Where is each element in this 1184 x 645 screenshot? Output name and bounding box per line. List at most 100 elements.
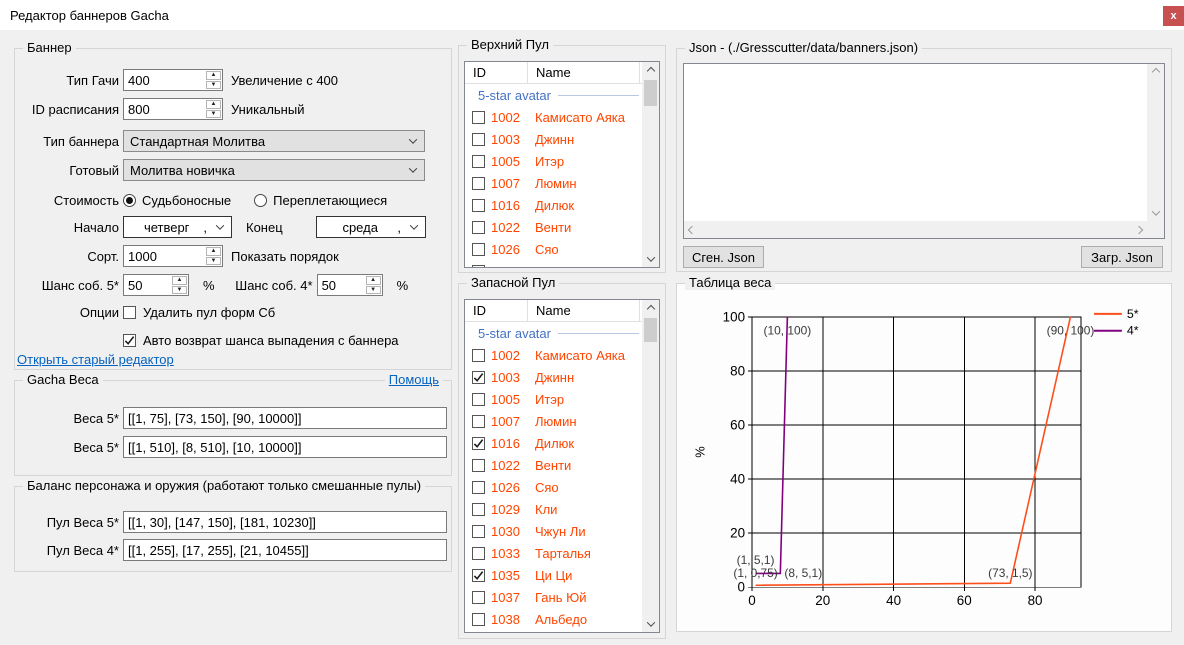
row-checkbox[interactable] — [472, 591, 485, 604]
json-horizontal-scrollbar[interactable] — [684, 221, 1147, 238]
list-item[interactable]: 1016Дилюк — [465, 432, 642, 454]
scroll-down-icon[interactable] — [1151, 207, 1159, 215]
row-checkbox[interactable] — [472, 243, 485, 256]
row-checkbox[interactable] — [472, 265, 485, 268]
spin-down-icon[interactable]: ▼ — [206, 81, 221, 90]
cost-radio-intertwined[interactable] — [254, 194, 267, 207]
list-item[interactable]: 1037Гань Юй — [465, 586, 642, 608]
row-checkbox[interactable] — [472, 459, 485, 472]
list-item[interactable]: 1005Итэр — [465, 388, 642, 410]
upper-pool-list[interactable]: ID Name 5-star avatar1002Камисато Аяка10… — [464, 61, 660, 268]
row-checkbox[interactable] — [472, 569, 485, 582]
json-textarea[interactable] — [683, 63, 1165, 239]
preset-combo[interactable]: Молитва новичка — [123, 159, 425, 181]
spin-up-icon[interactable]: ▲ — [172, 276, 187, 285]
row-checkbox[interactable] — [472, 525, 485, 538]
column-header-id[interactable]: ID — [465, 300, 528, 322]
row-checkbox[interactable] — [472, 393, 485, 406]
start-day-combo[interactable]: четверг , — [123, 216, 232, 238]
reserve-pool-scrollbar[interactable] — [642, 300, 659, 632]
spin-down-icon[interactable]: ▼ — [206, 110, 221, 119]
column-header-name[interactable]: Name — [528, 62, 640, 84]
scrollbar-thumb[interactable] — [644, 80, 657, 106]
list-item[interactable]: 1026Сяо — [465, 476, 642, 498]
pool-weights5-input[interactable] — [123, 511, 447, 533]
scrollbar-thumb[interactable] — [644, 318, 657, 342]
spin-up-icon[interactable]: ▲ — [206, 71, 221, 80]
weights5b-input[interactable] — [123, 436, 447, 458]
chance4-spinner[interactable]: ▲▼ — [317, 274, 383, 296]
spin-up-icon[interactable]: ▲ — [206, 100, 221, 109]
list-item[interactable]: 1030Чжун Ли — [465, 520, 642, 542]
list-item[interactable]: 1038Альбедо — [465, 608, 642, 630]
cost-radio-fate[interactable] — [123, 194, 136, 207]
scroll-right-icon[interactable] — [1135, 225, 1143, 233]
sort-spinner[interactable]: ▲▼ — [123, 245, 223, 267]
list-item[interactable]: 1002Камисато Аяка — [465, 344, 642, 366]
row-checkbox[interactable] — [472, 547, 485, 560]
list-item[interactable]: 1022Венти — [465, 216, 642, 238]
end-day-combo[interactable]: среда , — [316, 216, 426, 238]
row-checkbox[interactable] — [472, 177, 485, 190]
spin-up-icon[interactable]: ▲ — [366, 276, 381, 285]
row-checkbox[interactable] — [472, 221, 485, 234]
row-checkbox[interactable] — [472, 613, 485, 626]
chance5-spinner[interactable]: ▲▼ — [123, 274, 189, 296]
row-checkbox[interactable] — [472, 111, 485, 124]
list-item[interactable]: 1016Дилюк — [465, 194, 642, 216]
scroll-up-icon[interactable] — [642, 62, 659, 79]
row-checkbox[interactable] — [472, 371, 485, 384]
generate-json-button[interactable]: Сген. Json — [683, 246, 764, 268]
gacha-type-spinner[interactable]: ▲▼ — [123, 69, 223, 91]
list-item[interactable]: 1003Джинн — [465, 128, 642, 150]
auto-return-checkbox[interactable] — [123, 334, 136, 347]
row-checkbox[interactable] — [472, 349, 485, 362]
upper-pool-scrollbar[interactable] — [642, 62, 659, 267]
json-vertical-scrollbar[interactable] — [1147, 64, 1164, 221]
list-header[interactable]: ID Name — [465, 300, 642, 322]
list-item[interactable]: 1022Венти — [465, 454, 642, 476]
list-item[interactable]: 1026Сяо — [465, 238, 642, 260]
pool-weights4-input[interactable] — [123, 539, 447, 561]
open-old-editor-link[interactable]: Открыть старый редактор — [17, 352, 174, 367]
list-item[interactable]: 1029Кли — [465, 498, 642, 520]
row-checkbox[interactable] — [472, 503, 485, 516]
banner-type-combo[interactable]: Стандартная Молитва — [123, 130, 425, 152]
scroll-down-icon[interactable] — [642, 250, 659, 267]
weights5-input[interactable] — [123, 407, 447, 429]
reserve-pool-list[interactable]: ID Name 5-star avatar1002Камисато Аяка10… — [464, 299, 660, 633]
spin-down-icon[interactable]: ▼ — [366, 286, 381, 295]
row-checkbox[interactable] — [472, 481, 485, 494]
list-item[interactable]: 1005Итэр — [465, 150, 642, 172]
list-item[interactable]: 1003Джинн — [465, 366, 642, 388]
close-button[interactable]: x — [1163, 6, 1184, 26]
list-item[interactable]: 1033Тарталья — [465, 542, 642, 564]
spin-down-icon[interactable]: ▼ — [206, 257, 221, 266]
list-item[interactable]: 1007Люмин — [465, 172, 642, 194]
row-checkbox[interactable] — [472, 199, 485, 212]
spin-up-icon[interactable]: ▲ — [206, 247, 221, 256]
scroll-up-icon[interactable] — [642, 300, 659, 317]
remove-pool-checkbox[interactable] — [123, 306, 136, 319]
row-checkbox[interactable] — [472, 133, 485, 146]
list-item[interactable]: 1002Камисато Аяка — [465, 106, 642, 128]
help-link[interactable]: Помощь — [385, 372, 443, 387]
list-item[interactable]: 1035Ци Ци — [465, 564, 642, 586]
list-item[interactable]: 1007Люмин — [465, 410, 642, 432]
row-checkbox[interactable] — [472, 437, 485, 450]
json-content[interactable] — [685, 65, 1146, 220]
chevron-down-icon — [409, 135, 417, 143]
end-day-value: среда — [323, 220, 397, 235]
scroll-up-icon[interactable] — [1151, 68, 1159, 76]
load-json-button[interactable]: Загр. Json — [1081, 246, 1163, 268]
column-header-id[interactable]: ID — [465, 62, 528, 84]
column-header-name[interactable]: Name — [528, 300, 640, 322]
list-item-partial[interactable] — [465, 260, 642, 267]
scroll-down-icon[interactable] — [642, 615, 659, 632]
schedule-id-spinner[interactable]: ▲▼ — [123, 98, 223, 120]
row-checkbox[interactable] — [472, 415, 485, 428]
row-checkbox[interactable] — [472, 155, 485, 168]
spin-down-icon[interactable]: ▼ — [172, 286, 187, 295]
scroll-left-icon[interactable] — [688, 225, 696, 233]
list-header[interactable]: ID Name — [465, 62, 642, 84]
